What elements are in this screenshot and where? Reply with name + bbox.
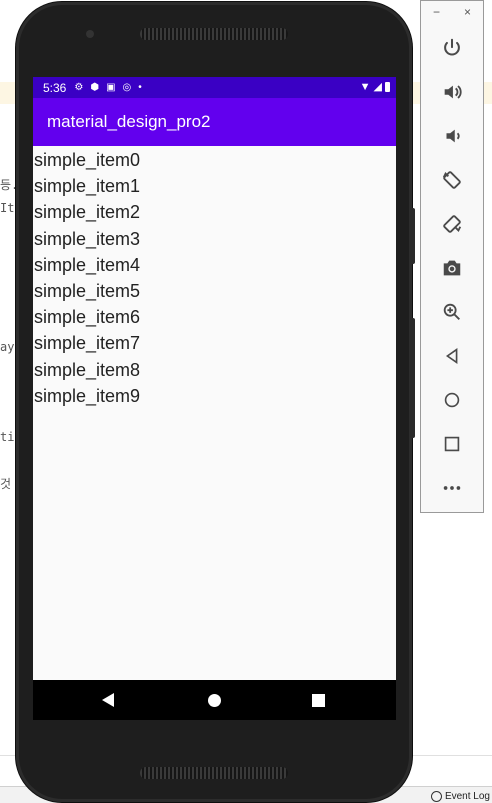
volume-down-button[interactable] [437,121,467,151]
navigation-bar [33,680,396,720]
volume-up-button[interactable] [437,77,467,107]
home-icon [444,392,460,408]
list-item[interactable]: simple_item4 [33,252,396,278]
volume-up-icon [444,85,462,99]
power-button[interactable] [437,33,467,63]
rotate-right-icon [443,215,462,233]
dot-icon: • [138,82,142,93]
screenshot-button[interactable] [437,253,467,283]
home-circle-icon [207,693,221,707]
rotate-left-button[interactable] [437,165,467,195]
list-item[interactable]: simple_item7 [33,330,396,356]
recents-square-icon [311,693,325,707]
back-button[interactable] [437,341,467,371]
event-log-icon [430,791,442,802]
a-icon: ▣ [106,82,116,93]
overview-button[interactable] [437,429,467,459]
overview-icon [444,436,460,452]
camera-icon [443,260,461,276]
back-triangle-icon [102,693,114,707]
status-bar: 5:36 ⚙ ⬢ ▣ ◎ • ▼ ◢ [33,77,396,98]
rotate-right-button[interactable] [437,209,467,239]
ide-code-fragment: ay [0,340,15,354]
close-button[interactable]: × [464,5,471,19]
zoom-button[interactable] [437,297,467,327]
back-icon [445,347,458,365]
status-right-icons: ▼ ◢ [360,80,390,93]
front-camera [86,30,94,38]
list-item[interactable]: simple_item2 [33,199,396,225]
data-saver-icon: ◎ [122,82,132,93]
list-item[interactable]: simple_item3 [33,226,396,252]
event-log-button[interactable]: Event Log [430,791,492,802]
ide-code-fragment: 것 [0,477,12,491]
ide-code-fragment: It [0,201,15,215]
home-button[interactable] [437,385,467,415]
volume-down-icon [446,129,460,143]
simple-list[interactable]: simple_item0 simple_item1 simple_item2 s… [33,147,396,409]
zoom-icon [443,303,460,320]
list-item[interactable]: simple_item6 [33,304,396,330]
bottom-speaker [140,767,288,779]
app-title: material_design_pro2 [47,112,211,131]
ide-code-fragment: ti [0,430,15,444]
more-button[interactable] [437,473,467,503]
shield-icon: ⬢ [90,82,100,93]
device-screen[interactable]: 5:36 ⚙ ⬢ ▣ ◎ • ▼ ◢ material_design_pro2 … [33,77,396,720]
nav-recents-button[interactable] [298,680,338,720]
rotate-left-icon [442,171,461,189]
nav-back-button[interactable] [88,680,128,720]
side-volume-button[interactable] [410,208,415,264]
power-icon [444,38,460,56]
app-bar: material_design_pro2 [33,98,396,146]
list-item[interactable]: simple_item9 [33,383,396,409]
emulator-toolbar: − × [420,0,484,513]
list-item[interactable]: simple_item1 [33,173,396,199]
top-speaker [140,28,288,40]
event-log-label: Event Log [444,791,490,802]
list-item[interactable]: simple_item8 [33,357,396,383]
minimize-button[interactable]: − [433,5,440,19]
wifi-icon: ▼ [359,80,371,93]
more-icon [443,486,461,490]
toolbar-window-controls: − × [421,5,483,19]
list-item[interactable]: simple_item0 [33,147,396,173]
list-item[interactable]: simple_item5 [33,278,396,304]
signal-icon: ◢ [373,81,382,93]
side-power-button[interactable] [410,318,415,438]
battery-icon [385,81,390,92]
settings-icon: ⚙ [74,82,84,93]
status-time: 5:36 [43,80,67,95]
nav-home-button[interactable] [194,680,234,720]
